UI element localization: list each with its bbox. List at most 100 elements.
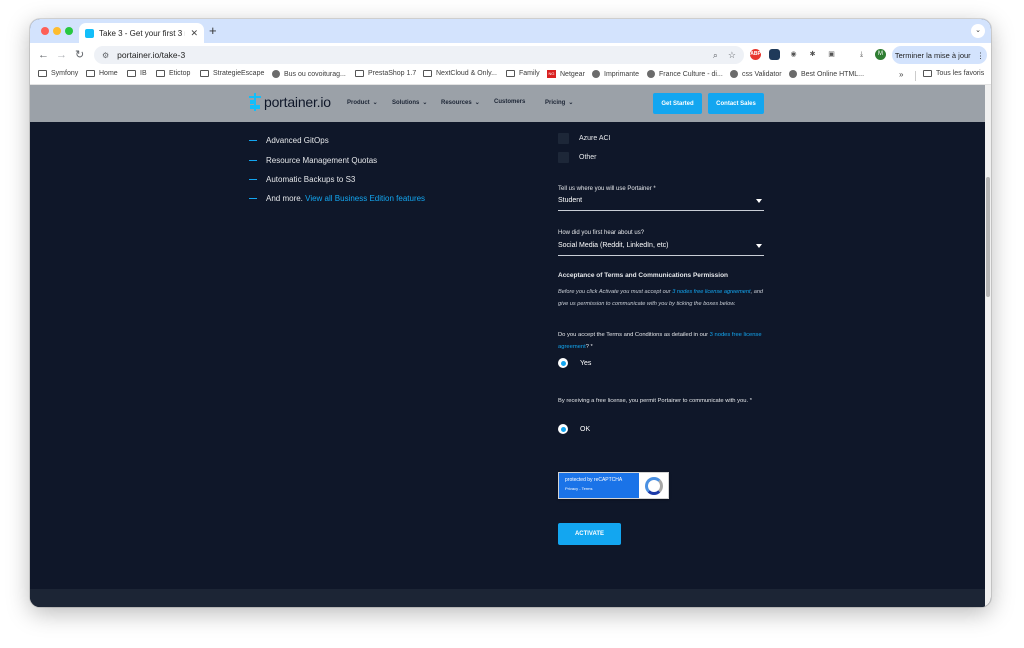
bookmark-item[interactable]: France Culture - di... <box>647 70 723 78</box>
bookmark-item[interactable]: IB <box>127 70 147 77</box>
recaptcha-text-area: protected by reCAPTCHA Privacy - Terms <box>559 473 639 498</box>
scrollbar-thumb[interactable] <box>986 177 990 297</box>
adblock-extension-icon[interactable]: ABP <box>750 49 761 60</box>
reload-icon[interactable]: ↻ <box>75 47 84 63</box>
bookmark-item[interactable]: StrategieEscape <box>200 70 264 77</box>
chevron-down-icon: ⌄ <box>474 100 480 106</box>
accept-terms-option[interactable]: Yes <box>558 358 591 368</box>
bookmark-item[interactable]: css Validator <box>730 70 782 78</box>
bookmark-item[interactable]: PrestaShop 1.7 <box>355 70 416 77</box>
logo-text: portainer.io <box>264 94 331 110</box>
bookmark-item[interactable]: Imprimante <box>592 70 639 78</box>
bookmark-item[interactable]: NG Netgear <box>547 70 585 78</box>
web-page: Advanced GitOps Resource Management Quot… <box>30 85 991 607</box>
checkbox[interactable] <box>558 152 569 163</box>
where-use-select[interactable]: Student <box>558 197 764 211</box>
globe-icon <box>789 70 797 78</box>
feature-item: Automatic Backups to S3 <box>249 175 355 184</box>
bookmark-item[interactable]: Symfony <box>38 70 78 77</box>
url-text[interactable]: portainer.io/take-3 <box>117 50 703 60</box>
checkbox[interactable] <box>558 133 569 144</box>
chevron-down-icon: ⌄ <box>372 100 378 106</box>
caret-down-icon <box>756 244 762 248</box>
globe-icon <box>647 70 655 78</box>
netgear-icon: NG <box>547 70 556 78</box>
hear-about-label: How did you first hear about us? <box>558 230 645 236</box>
download-icon[interactable]: ⤓ <box>856 49 867 60</box>
close-window-button[interactable] <box>41 27 49 35</box>
feature-item: And more. View all Business Edition feat… <box>249 194 425 203</box>
forward-arrow-icon[interactable]: → <box>56 47 67 63</box>
bookmark-item[interactable]: Best Online HTML... <box>789 70 864 78</box>
gear-extension-icon[interactable]: ✱ <box>807 49 818 60</box>
get-started-button[interactable]: Get Started <box>653 93 702 114</box>
folder-icon <box>156 70 165 77</box>
business-edition-features-link[interactable]: View all Business Edition features <box>305 194 425 203</box>
recaptcha-logo <box>639 473 668 498</box>
bookmark-item[interactable]: Bus ou covoiturag... <box>272 70 346 78</box>
back-arrow-icon[interactable]: ← <box>38 47 49 63</box>
radio-selected[interactable] <box>558 358 568 368</box>
page-scrollbar[interactable] <box>985 85 991 607</box>
radio-extension-icon[interactable]: ◉ <box>788 49 799 60</box>
bookmark-item[interactable]: NextCloud & Only... <box>423 70 497 77</box>
profile-avatar[interactable]: M <box>875 49 886 60</box>
activate-button[interactable]: ACTIVATE <box>558 523 621 545</box>
minimize-window-button[interactable] <box>53 27 61 35</box>
recaptcha-privacy-terms-links[interactable]: Privacy - Terms <box>565 486 633 491</box>
portainer-logo[interactable]: portainer.io <box>249 93 331 111</box>
new-tab-icon[interactable]: + <box>209 23 217 39</box>
nav-customers[interactable]: Customers <box>494 99 525 105</box>
contact-sales-button[interactable]: Contact Sales <box>708 93 764 114</box>
more-bookmarks-chevron-icon[interactable]: » <box>899 70 903 79</box>
bookmarks-bar: Symfony Home IB Etictop StrategieEscape … <box>30 67 991 85</box>
portainer-favicon-icon <box>85 28 94 38</box>
extensions-puzzle-icon[interactable]: ▣ <box>826 49 837 60</box>
nav-resources[interactable]: Resources ⌄ <box>441 99 480 107</box>
update-browser-button[interactable]: Terminer la mise à jour ⋮ <box>892 46 987 64</box>
more-features-text: And more. <box>266 194 303 203</box>
caret-down-icon <box>756 199 762 203</box>
folder-icon <box>200 70 209 77</box>
license-agreement-link[interactable]: 3 nodes free license agreement <box>672 289 750 295</box>
tab-title: Take 3 - Get your first 3 node <box>99 28 185 38</box>
dash-icon <box>249 140 257 141</box>
communicate-question: By receiving a free license, you permit … <box>558 398 752 404</box>
recaptcha-badge[interactable]: protected by reCAPTCHA Privacy - Terms <box>558 472 669 499</box>
feature-item: Advanced GitOps <box>249 136 329 145</box>
hear-about-select[interactable]: Social Media (Reddit, LinkedIn, etc) <box>558 242 764 256</box>
tab-active[interactable]: Take 3 - Get your first 3 node ✕ <box>79 23 204 43</box>
checkbox-option[interactable]: Azure ACI <box>558 133 611 144</box>
tab-search-chevron-icon[interactable]: ⌄ <box>971 24 985 38</box>
footer-band <box>30 589 985 607</box>
dark-extension-icon[interactable] <box>769 49 780 60</box>
zoom-icon[interactable]: ⌕ <box>713 50 718 61</box>
globe-icon <box>730 70 738 78</box>
all-bookmarks-folder[interactable]: Tous les favoris <box>923 70 984 77</box>
bookmark-item[interactable]: Home <box>86 70 118 77</box>
bookmark-item[interactable]: Family <box>506 70 540 77</box>
folder-icon <box>355 70 364 77</box>
checkbox-option-other[interactable]: Other <box>558 152 597 163</box>
nav-product[interactable]: Product ⌄ <box>347 99 378 107</box>
address-bar[interactable]: ⚙ portainer.io/take-3 ⌕ ☆ <box>94 46 744 64</box>
bookmark-star-icon[interactable]: ☆ <box>728 50 736 61</box>
radio-selected[interactable] <box>558 424 568 434</box>
chevron-down-icon: ⌄ <box>422 100 428 106</box>
nav-solutions[interactable]: Solutions ⌄ <box>392 99 428 107</box>
folder-icon <box>506 70 515 77</box>
bookmark-item[interactable]: Etictop <box>156 70 190 77</box>
folder-icon <box>86 70 95 77</box>
nav-pricing[interactable]: Pricing ⌄ <box>545 99 573 107</box>
dash-icon <box>249 198 257 199</box>
globe-icon <box>272 70 280 78</box>
folder-icon <box>423 70 432 77</box>
communicate-option[interactable]: OK <box>558 424 590 434</box>
site-settings-icon[interactable]: ⚙ <box>102 51 109 60</box>
tab-close-icon[interactable]: ✕ <box>190 28 198 39</box>
browser-toolbar: ← → ↻ ⚙ portainer.io/take-3 ⌕ ☆ ABP ◉ ✱ … <box>30 43 991 67</box>
globe-icon <box>592 70 600 78</box>
portainer-crane-icon <box>249 93 261 111</box>
folder-icon <box>38 70 47 77</box>
zoom-window-button[interactable] <box>65 27 73 35</box>
